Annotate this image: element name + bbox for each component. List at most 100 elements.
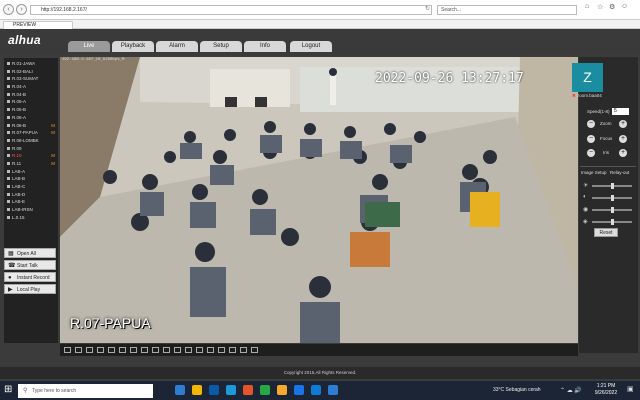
contrast-slider[interactable]: ◐ — [583, 194, 635, 202]
channel-item[interactable]: R.05-A — [4, 98, 58, 106]
iris-close-button[interactable]: − — [587, 149, 595, 157]
channel-item[interactable]: LAB-D — [4, 191, 58, 199]
layout-button[interactable] — [251, 347, 258, 353]
saturation-slider[interactable]: ◉ — [583, 206, 635, 214]
layout-button[interactable] — [75, 347, 82, 353]
contrast-knob[interactable] — [610, 195, 614, 201]
layout-button[interactable] — [119, 347, 126, 353]
zoom-in-button[interactable]: + — [619, 120, 627, 128]
zoom-out-button[interactable]: − — [587, 120, 595, 128]
channel-item[interactable]: R.11 M — [4, 160, 58, 168]
layout-button[interactable] — [174, 347, 181, 353]
start-talk-button[interactable]: ☎ Start Talk — [4, 260, 56, 270]
layout-button[interactable] — [97, 347, 104, 353]
brightness-knob[interactable] — [610, 183, 614, 189]
focus-out-button[interactable]: − — [587, 135, 595, 143]
menu-info[interactable]: Info — [244, 41, 286, 52]
layout-button[interactable] — [196, 347, 203, 353]
focus-in-button[interactable]: + — [619, 135, 627, 143]
speed-select[interactable]: 5 — [612, 108, 629, 115]
star-icon[interactable]: ☆ — [597, 3, 603, 11]
channel-item[interactable]: R.04-A — [4, 83, 58, 91]
brightness-slider[interactable]: ☀ — [583, 182, 635, 190]
channel-item[interactable]: LAB-E — [4, 198, 58, 206]
open-all-button[interactable]: ▦ Open All — [4, 248, 56, 258]
channel-item[interactable]: R.03-SUMAT — [4, 75, 58, 83]
channel-list[interactable]: R.01-JAWA R.02-BALI R.03-SUMAT R.04-A R.04-B… — [4, 60, 58, 241]
tab-preview[interactable]: PREVIEW — [3, 21, 73, 29]
layout-button[interactable] — [86, 347, 93, 353]
menu-alarm[interactable]: Alarm — [156, 41, 198, 52]
taskbar-app-icon[interactable] — [243, 385, 253, 395]
layout-button[interactable] — [130, 347, 137, 353]
relay-out-label[interactable]: Relay-out — [610, 170, 629, 175]
channel-item[interactable]: L.0.15 — [4, 214, 58, 222]
menu-live[interactable]: Live — [68, 41, 110, 52]
clock[interactable]: 1:21 PM 9/26/2022 — [590, 383, 622, 397]
layout-button[interactable] — [108, 347, 115, 353]
taskbar-app-icon[interactable] — [328, 385, 338, 395]
channel-item[interactable]: R.04-B — [4, 91, 58, 99]
channel-item[interactable]: LAB-A — [4, 168, 58, 176]
channel-item[interactable]: R.06-B M — [4, 122, 58, 130]
layout-button[interactable] — [64, 347, 71, 353]
taskbar-app-icon[interactable] — [192, 385, 202, 395]
home-icon[interactable]: ⌂ — [585, 3, 589, 10]
taskbar-app-icon[interactable] — [226, 385, 236, 395]
windows-start-icon[interactable]: ⊞ — [4, 385, 12, 395]
taskbar-app-icon[interactable] — [311, 385, 321, 395]
image-setup-label[interactable]: Image Setup — [581, 170, 607, 175]
channel-item[interactable]: R.01-JAWA — [4, 60, 58, 68]
layout-button[interactable] — [152, 347, 159, 353]
close-icon[interactable]: ✖ — [572, 93, 576, 98]
channel-label: R.05-B — [12, 107, 27, 113]
channel-item[interactable]: R.08-LOMBK — [4, 137, 58, 145]
channel-item[interactable]: R.02-BALI — [4, 68, 58, 76]
forward-icon[interactable]: › — [16, 4, 27, 15]
hue-slider[interactable]: ◈ — [583, 218, 635, 226]
layout-button[interactable] — [141, 347, 148, 353]
taskbar-search-input[interactable]: ⚲ Type here to search — [18, 384, 153, 398]
hue-knob[interactable] — [610, 219, 614, 225]
taskbar-app-icon[interactable] — [277, 385, 287, 395]
refresh-icon[interactable]: ↻ — [425, 5, 430, 12]
channel-item[interactable]: R.05-B — [4, 106, 58, 114]
channel-item[interactable]: LAB-C — [4, 183, 58, 191]
taskbar-app-icon[interactable] — [294, 385, 304, 395]
iris-open-button[interactable]: + — [619, 149, 627, 157]
channel-item[interactable]: LAB-IRSN — [4, 206, 58, 214]
saturation-knob[interactable] — [610, 207, 614, 213]
address-bar[interactable]: http://192.168.2.167/ — [30, 5, 432, 15]
layout-button[interactable] — [218, 347, 225, 353]
channel-item[interactable]: R.10 M — [4, 152, 58, 160]
speed-label: Speed(1-8) — [587, 109, 610, 114]
taskbar-app-icon[interactable] — [260, 385, 270, 395]
zoom-app-button[interactable]: Z — [572, 63, 603, 92]
browser-search-input[interactable]: Search... — [437, 5, 577, 15]
instant-record-button[interactable]: ● Instant Record — [4, 272, 56, 282]
channel-item[interactable]: LAB-B — [4, 175, 58, 183]
menu-setup[interactable]: Setup — [200, 41, 242, 52]
system-tray-icons[interactable]: ⌃ ☁ 🔊 — [560, 387, 582, 394]
taskbar-app-icon[interactable] — [209, 385, 219, 395]
video-feed[interactable] — [60, 57, 578, 343]
reset-button[interactable]: Reset — [594, 228, 618, 237]
ptz-panel — [579, 57, 638, 353]
menu-playback[interactable]: Playback — [112, 41, 154, 52]
taskbar-app-icon[interactable] — [175, 385, 185, 395]
channel-item[interactable]: R.07-PAPUA M — [4, 129, 58, 137]
layout-button[interactable] — [185, 347, 192, 353]
layout-button[interactable] — [163, 347, 170, 353]
local-play-button[interactable]: ▶ Local Play — [4, 284, 56, 294]
notification-icon[interactable]: ▣ — [627, 385, 634, 393]
gear-icon[interactable]: ⚙ — [609, 3, 615, 11]
layout-button[interactable] — [207, 347, 214, 353]
layout-button[interactable] — [240, 347, 247, 353]
channel-item[interactable]: R.06-A — [4, 114, 58, 122]
back-icon[interactable]: ‹ — [3, 4, 14, 15]
channel-item[interactable]: R.09 — [4, 145, 58, 153]
weather-widget[interactable]: 33°C Sebagian cerah — [493, 387, 541, 393]
layout-button[interactable] — [229, 347, 236, 353]
smiley-icon[interactable]: ☺ — [621, 3, 628, 10]
menu-logout[interactable]: Logout — [290, 41, 332, 52]
